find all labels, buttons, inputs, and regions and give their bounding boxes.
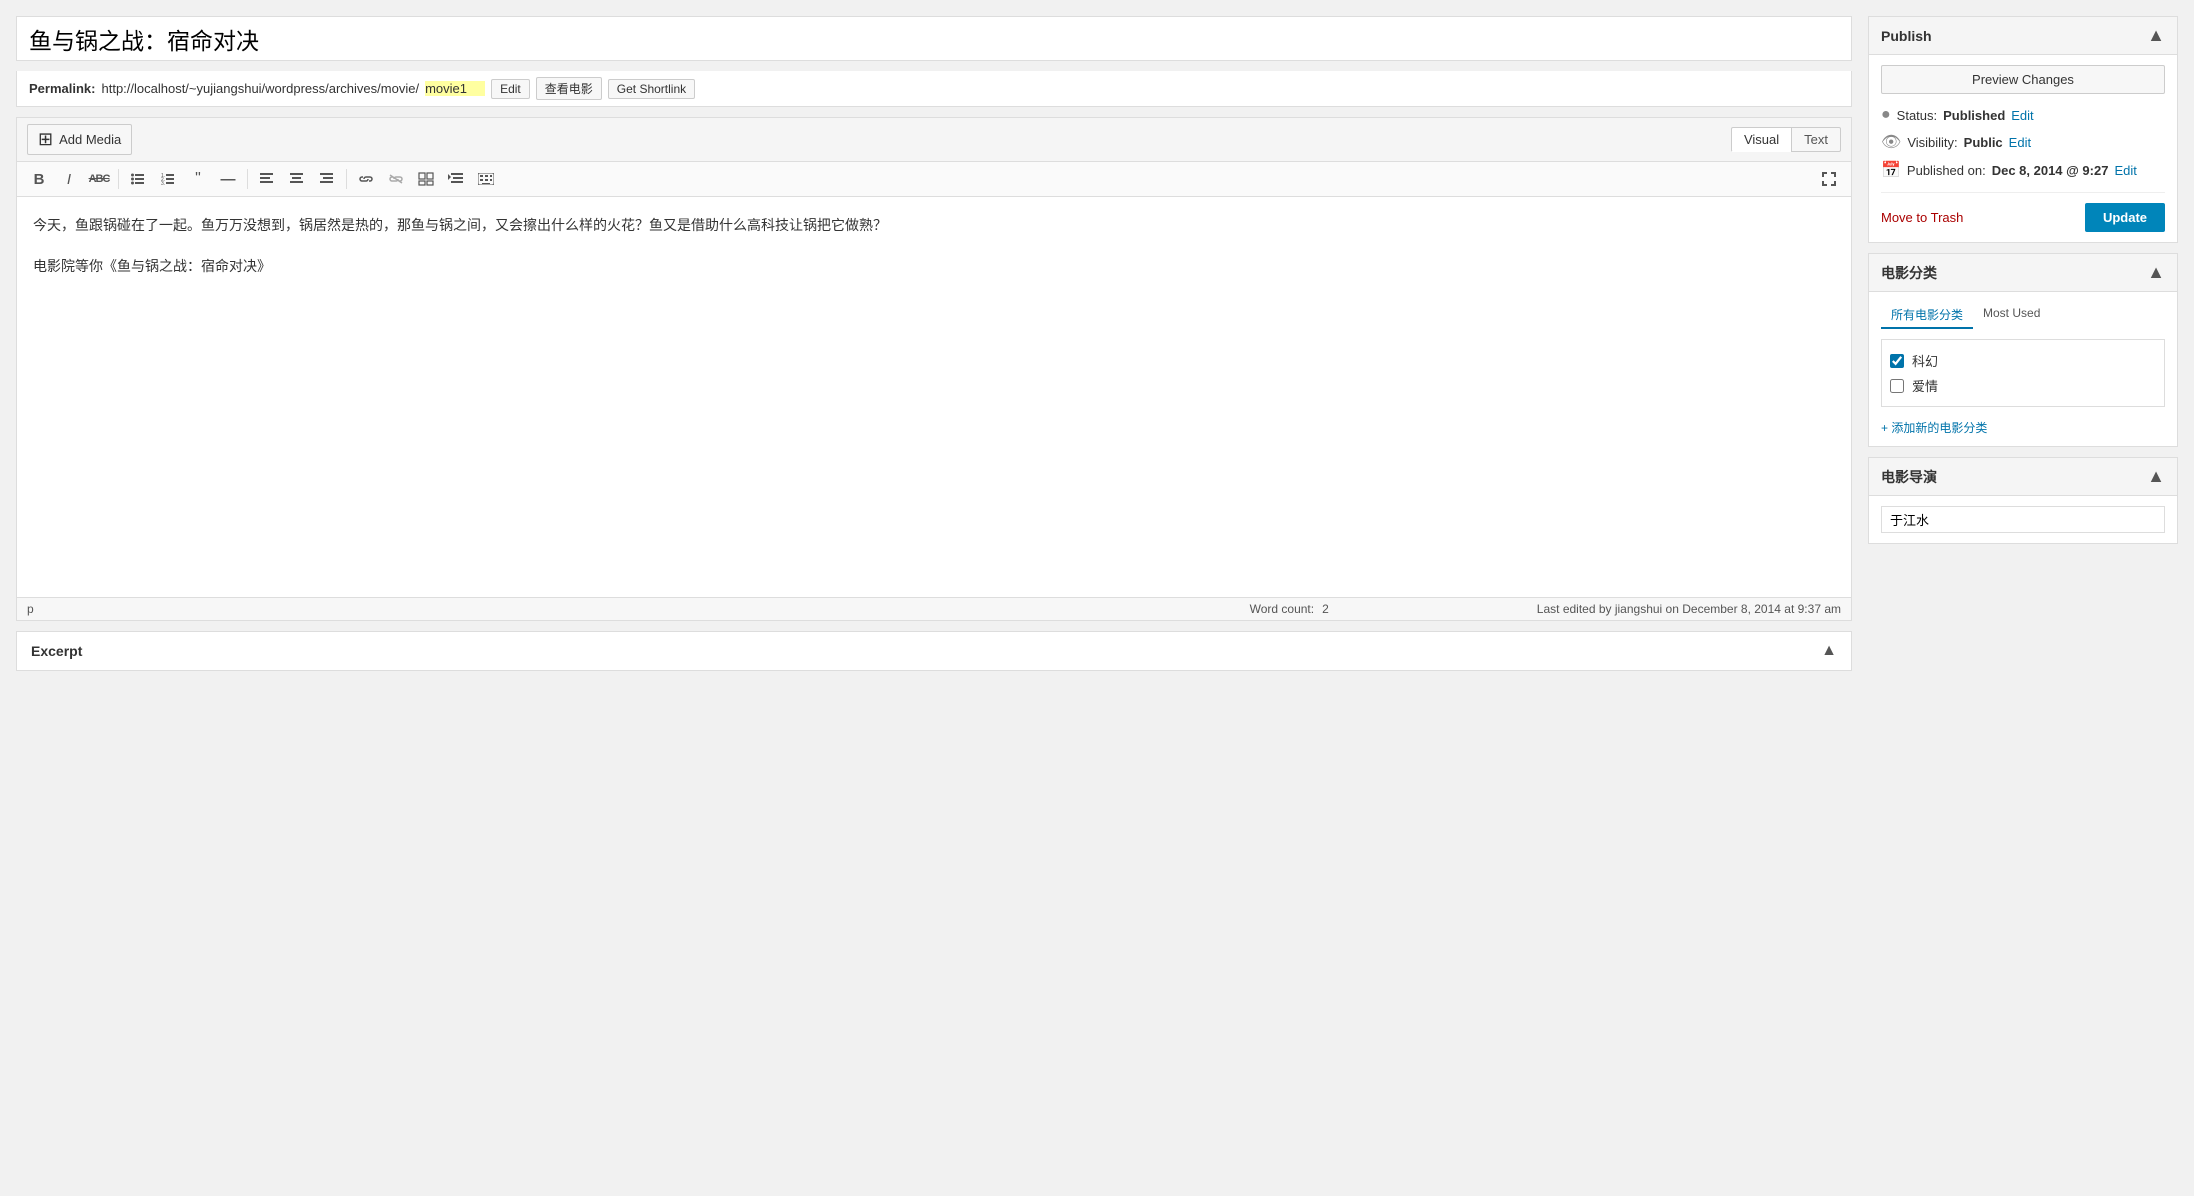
add-category-link[interactable]: + 添加新的电影分类 xyxy=(1881,419,1987,436)
preview-changes-button[interactable]: Preview Changes xyxy=(1881,65,2165,94)
category-panel-header: 电影分类 ▲ xyxy=(1869,254,2177,292)
bullet-list-button[interactable] xyxy=(124,166,152,192)
insert-button[interactable] xyxy=(412,166,440,192)
excerpt-header[interactable]: Excerpt ▲ xyxy=(17,632,1851,670)
content-paragraph-1: 今天，鱼跟锅碰在了一起。鱼万万没想到，锅居然是热的，那鱼与锅之间，又会擦出什么样… xyxy=(33,213,1835,238)
title-box xyxy=(16,16,1852,61)
published-value: Dec 8, 2014 @ 9:27 xyxy=(1992,163,2109,178)
director-panel-header: 电影导演 ▲ xyxy=(1869,458,2177,496)
toolbar-separator-2 xyxy=(247,169,248,189)
visibility-edit-link[interactable]: Edit xyxy=(2009,135,2031,150)
director-panel-body xyxy=(1869,496,2177,543)
category-tabs: 所有电影分类 Most Used xyxy=(1881,302,2165,329)
permalink-edit-button[interactable]: Edit xyxy=(491,79,530,99)
format-toolbar: B I ABC 1.2.3. " — xyxy=(17,162,1851,197)
director-input[interactable] xyxy=(1881,506,2165,533)
publish-actions: Move to Trash Update xyxy=(1881,192,2165,232)
hr-button[interactable]: — xyxy=(214,166,242,192)
keyboard-button[interactable] xyxy=(472,166,500,192)
permalink-slug-input[interactable] xyxy=(425,81,485,96)
publish-panel-header: Publish ▲ xyxy=(1869,17,2177,55)
align-center-button[interactable] xyxy=(283,166,311,192)
publish-panel: Publish ▲ Preview Changes ● Status: Publ… xyxy=(1868,16,2178,243)
strikethrough-button[interactable]: ABC xyxy=(85,166,113,192)
toolbar-separator-3 xyxy=(346,169,347,189)
editor-content-area[interactable]: 今天，鱼跟锅碰在了一起。鱼万万没想到，锅居然是热的，那鱼与锅之间，又会擦出什么样… xyxy=(17,197,1851,597)
visual-tab[interactable]: Visual xyxy=(1731,127,1791,152)
status-value: Published xyxy=(1943,108,2005,123)
post-title-input[interactable] xyxy=(29,25,1839,52)
category-panel-body: 所有电影分类 Most Used 科幻 爱情 + 添加新的电影分类 xyxy=(1869,292,2177,446)
category-panel: 电影分类 ▲ 所有电影分类 Most Used 科幻 爱情 xyxy=(1868,253,2178,447)
text-tab[interactable]: Text xyxy=(1791,127,1841,152)
published-edit-link[interactable]: Edit xyxy=(2114,163,2136,178)
status-icon: ● xyxy=(1881,106,1891,124)
path-tag: p xyxy=(27,602,34,616)
permalink-base-url: http://localhost/~yujiangshui/wordpress/… xyxy=(101,81,419,96)
status-row: ● Status: Published Edit xyxy=(1881,106,2165,124)
link-button[interactable] xyxy=(352,166,380,192)
excerpt-title: Excerpt xyxy=(31,643,82,659)
svg-text:3.: 3. xyxy=(161,181,165,185)
get-shortlink-button[interactable]: Get Shortlink xyxy=(608,79,695,99)
permalink-label: Permalink: xyxy=(29,81,95,96)
category-list: 科幻 爱情 xyxy=(1881,339,2165,407)
view-tabs: Visual Text xyxy=(1731,127,1841,152)
editor-footer: p Word count: 2 Last edited by jiangshui… xyxy=(17,597,1851,620)
category-checkbox-scifi[interactable] xyxy=(1890,354,1904,368)
permalink-bar: Permalink: http://localhost/~yujiangshui… xyxy=(16,71,1852,107)
category-panel-title: 电影分类 xyxy=(1881,263,1937,283)
publish-panel-body: Preview Changes ● Status: Published Edit… xyxy=(1869,55,2177,242)
director-panel-title: 电影导演 xyxy=(1881,467,1937,487)
category-item-scifi: 科幻 xyxy=(1890,348,2156,373)
main-content: Permalink: http://localhost/~yujiangshui… xyxy=(16,16,1852,671)
published-label: Published on: xyxy=(1907,163,1986,178)
last-edited: Last edited by jiangshui on December 8, … xyxy=(1537,602,1841,616)
category-label-scifi: 科幻 xyxy=(1912,351,1938,370)
indent-button[interactable] xyxy=(442,166,470,192)
expand-button[interactable] xyxy=(1815,166,1843,192)
unlink-button[interactable] xyxy=(382,166,410,192)
visibility-value: Public xyxy=(1964,135,2003,150)
visibility-label: Visibility: xyxy=(1907,135,1957,150)
publish-panel-toggle-icon[interactable]: ▲ xyxy=(2147,25,2165,46)
category-panel-toggle-icon[interactable]: ▲ xyxy=(2147,262,2165,283)
tab-most-used[interactable]: Most Used xyxy=(1973,302,2050,329)
excerpt-box: Excerpt ▲ xyxy=(16,631,1852,671)
content-paragraph-2: 电影院等你《鱼与锅之战：宿命对决》 xyxy=(33,254,1835,279)
align-left-button[interactable] xyxy=(253,166,281,192)
align-right-button[interactable] xyxy=(313,166,341,192)
view-movie-button[interactable]: 查看电影 xyxy=(536,77,602,100)
move-to-trash-link[interactable]: Move to Trash xyxy=(1881,210,1963,225)
director-panel-toggle-icon[interactable]: ▲ xyxy=(2147,466,2165,487)
italic-button[interactable]: I xyxy=(55,166,83,192)
visibility-row: 👁 Visibility: Public Edit xyxy=(1881,132,2165,152)
bold-button[interactable]: B xyxy=(25,166,53,192)
update-button[interactable]: Update xyxy=(2085,203,2165,232)
publish-panel-title: Publish xyxy=(1881,28,1932,44)
word-count-value: 2 xyxy=(1322,602,1329,616)
editor-box: ⊞ Add Media Visual Text B I ABC 1.2.3. xyxy=(16,117,1852,621)
editor-toolbar-top: ⊞ Add Media Visual Text xyxy=(17,118,1851,162)
ordered-list-button[interactable]: 1.2.3. xyxy=(154,166,182,192)
blockquote-button[interactable]: " xyxy=(184,166,212,192)
toolbar-separator-1 xyxy=(118,169,119,189)
status-edit-link[interactable]: Edit xyxy=(2011,108,2033,123)
word-count-label: Word count: xyxy=(1250,602,1314,616)
published-icon: 📅 xyxy=(1881,160,1901,180)
director-panel: 电影导演 ▲ xyxy=(1868,457,2178,544)
add-media-label: Add Media xyxy=(59,132,121,147)
category-item-romance: 爱情 xyxy=(1890,373,2156,398)
status-label: Status: xyxy=(1897,108,1937,123)
tab-all-categories[interactable]: 所有电影分类 xyxy=(1881,302,1973,329)
excerpt-collapse-icon: ▲ xyxy=(1821,642,1837,660)
category-label-romance: 爱情 xyxy=(1912,376,1938,395)
visibility-icon: 👁 xyxy=(1881,132,1901,152)
category-checkbox-romance[interactable] xyxy=(1890,379,1904,393)
add-media-button[interactable]: ⊞ Add Media xyxy=(27,124,132,155)
sidebar: Publish ▲ Preview Changes ● Status: Publ… xyxy=(1868,16,2178,671)
media-icon: ⊞ xyxy=(38,129,53,150)
published-row: 📅 Published on: Dec 8, 2014 @ 9:27 Edit xyxy=(1881,160,2165,180)
